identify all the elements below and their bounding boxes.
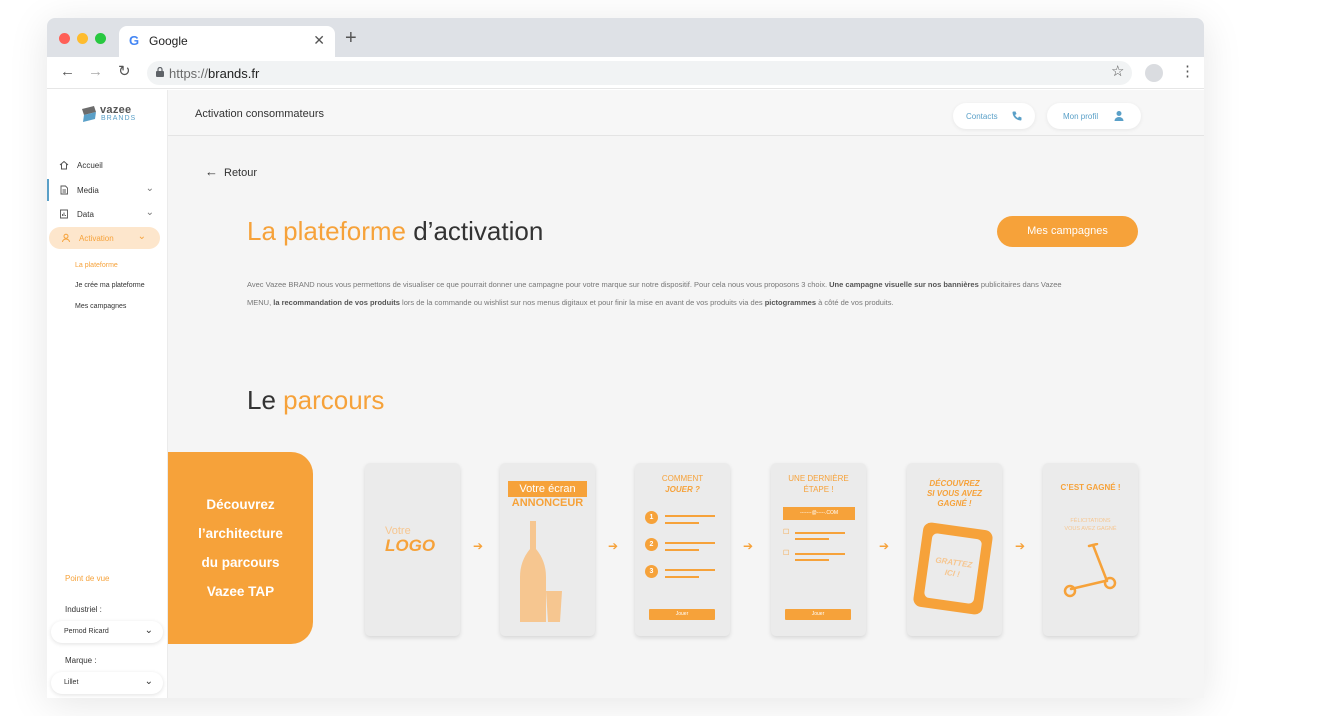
industriel-select[interactable]: Pernod Ricard ⌄	[51, 621, 163, 643]
scratch-card: GRATTEZ ICI !	[912, 521, 994, 616]
bottle-glass-icon	[520, 521, 562, 622]
app-content: vazee BRANDS Accueil Media ⌄ Data ⌄ Acti…	[47, 90, 1204, 698]
back-arrow-icon: ←	[205, 164, 218, 179]
intro-paragraph: Avec Vazee BRAND nous vous permettons de…	[247, 280, 1062, 307]
chevron-down-icon: ⌄	[144, 625, 153, 636]
browser-tabbar: G Google ✕ +	[47, 18, 1204, 57]
address-bar[interactable]: https://brands.fr	[147, 61, 1132, 85]
back-link[interactable]: ← Retour	[205, 164, 257, 179]
tab-title: Google	[149, 34, 188, 48]
chevron-down-icon: ⌄	[144, 676, 153, 687]
mes-campagnes-button[interactable]: Mes campagnes	[997, 216, 1138, 247]
page-title: Activation consommateurs	[195, 108, 324, 120]
journey-card-logo: Votre LOGO	[365, 463, 460, 636]
journey-card-grattez: DÉCOUVREZ SI VOUS AVEZ GAGNÉ ! GRATTEZ ICI …	[907, 463, 1002, 636]
sidebar-subitem-la-plateforme[interactable]: La plateforme	[75, 262, 118, 269]
sidebar-item-data[interactable]: Data ⌄	[47, 203, 168, 225]
phone-icon	[1012, 111, 1022, 121]
new-tab-icon[interactable]: +	[345, 28, 357, 48]
journey-card-annonceur: Votre écran ANNONCEUR	[500, 463, 595, 636]
contacts-button[interactable]: Contacts	[953, 103, 1035, 129]
user-icon	[62, 233, 70, 243]
checkbox-icon: ☐	[783, 550, 790, 557]
section-heading: Le parcours	[247, 385, 385, 415]
browser-toolbar: ← → ↻ https://brands.fr ☆ ⋮	[47, 57, 1204, 89]
sidebar-item-accueil[interactable]: Accueil	[47, 154, 168, 176]
browser-tab[interactable]: G Google ✕	[119, 26, 335, 57]
page-heading: La plateforme d’activation	[247, 216, 544, 246]
journey-card-gagne: C’EST GAGNÉ ! FÉLICITATIONS VOUS AVEZ GAG…	[1043, 463, 1138, 636]
vazee-brands-logo[interactable]: vazee BRANDS	[80, 104, 140, 126]
forward-arrow-icon[interactable]: →	[88, 63, 103, 81]
jouer-button: Jouer	[785, 609, 851, 620]
profile-avatar[interactable]	[1145, 64, 1163, 82]
arrow-right-icon: ➔	[879, 539, 890, 553]
mon-profil-button[interactable]: Mon profil	[1047, 103, 1141, 129]
arrow-right-icon: ➔	[743, 539, 754, 553]
chevron-down-icon: ⌄	[137, 231, 146, 242]
minimize-window-dot[interactable]	[77, 33, 88, 44]
sidebar-item-media[interactable]: Media ⌄	[47, 179, 168, 201]
arrow-right-icon: ➔	[608, 539, 619, 553]
chevron-down-icon: ⌄	[145, 207, 154, 218]
vazee-logo-mark-icon	[82, 106, 96, 122]
google-favicon-icon: G	[129, 33, 140, 48]
point-de-vue-label: Point de vue	[65, 574, 110, 583]
sidebar-subitem-mes-campagnes[interactable]: Mes campagnes	[75, 303, 126, 310]
document-icon	[60, 185, 68, 195]
sidebar-item-activation[interactable]: Activation ⌄	[49, 227, 160, 249]
user-icon	[1114, 111, 1124, 121]
journey-card-derniere-etape: UNE DERNIÈRE ÉTAPE ! -------@-----.COM ☐ …	[771, 463, 866, 636]
lock-icon	[156, 67, 164, 77]
reload-icon[interactable]: ↻	[118, 63, 131, 81]
checkbox-icon: ☐	[783, 529, 790, 536]
sidebar: vazee BRANDS Accueil Media ⌄ Data ⌄ Acti…	[47, 90, 168, 698]
sidebar-subitem-je-cree-ma-plateforme[interactable]: Je crée ma plateforme	[75, 282, 145, 289]
browser-menu-icon[interactable]: ⋮	[1180, 63, 1195, 81]
maximize-window-dot[interactable]	[95, 33, 106, 44]
chevron-down-icon: ⌄	[145, 183, 154, 194]
journey-card-comment-jouer: COMMENT JOUER ? 1 2 3 Jouer	[635, 463, 730, 636]
top-header: Activation consommateurs Contacts Mon pr…	[168, 90, 1204, 136]
jouer-button: Jouer	[649, 609, 715, 620]
scooter-icon	[1063, 543, 1117, 598]
home-icon	[59, 160, 69, 170]
bookmark-star-icon[interactable]: ☆	[1111, 63, 1124, 81]
close-window-dot[interactable]	[59, 33, 70, 44]
marque-label: Marque :	[65, 656, 97, 665]
data-icon	[60, 209, 68, 219]
url-text: https://brands.fr	[169, 66, 260, 81]
arrow-right-icon: ➔	[1015, 539, 1026, 553]
arrow-right-icon: ➔	[473, 539, 484, 553]
architecture-promo-card[interactable]: Découvrez l’architecture du parcours Vaz…	[168, 452, 313, 644]
marque-select[interactable]: Lillet ⌄	[51, 672, 163, 694]
back-arrow-icon[interactable]: ←	[60, 63, 75, 81]
industriel-label: Industriel :	[65, 605, 102, 614]
close-tab-icon[interactable]: ✕	[313, 32, 325, 49]
